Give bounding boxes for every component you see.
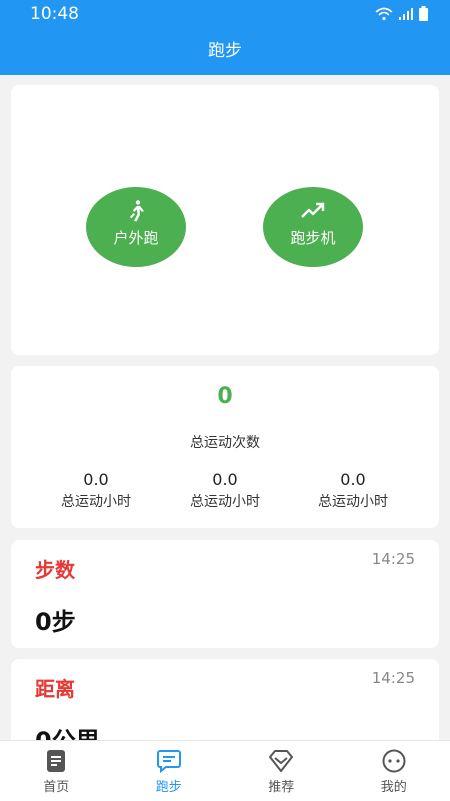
nav-mine-label: 我的 [338, 776, 450, 795]
status-bar: 10:48 [0, 0, 450, 28]
trending-up-icon [300, 199, 326, 223]
nav-recommend[interactable]: 推荐 [225, 741, 338, 801]
distance-title: 距离 [35, 673, 75, 702]
stat-column: 0.0 总运动小时 [31, 470, 161, 511]
stat-label: 总运动小时 [31, 491, 161, 511]
stats-card: 0 总运动次数 0.0 总运动小时 0.0 总运动小时 0.0 总运动小时 [11, 366, 439, 528]
total-count-value: 0 [11, 384, 439, 409]
nav-home[interactable]: 首页 [0, 741, 113, 801]
nav-recommend-label: 推荐 [225, 776, 338, 795]
battery-icon [419, 6, 428, 21]
total-count-label: 总运动次数 [11, 432, 439, 452]
signal-icon [399, 8, 413, 20]
nav-mine[interactable]: 我的 [338, 741, 450, 801]
steps-time: 14:25 [372, 550, 415, 568]
home-doc-icon [46, 749, 66, 773]
face-icon [382, 749, 406, 773]
steps-title: 步数 [35, 554, 75, 583]
status-time: 10:48 [30, 4, 79, 24]
outdoor-run-button[interactable]: 户外跑 [86, 187, 186, 267]
stat-value: 0.0 [160, 470, 290, 489]
stat-column: 0.0 总运动小时 [160, 470, 290, 511]
nav-run-label: 跑步 [113, 776, 226, 795]
steps-value: 0步 [35, 602, 76, 637]
steps-card[interactable]: 步数 14:25 0步 [11, 540, 439, 648]
run-message-icon [157, 749, 181, 773]
nav-home-label: 首页 [0, 776, 113, 795]
treadmill-button[interactable]: 跑步机 [263, 187, 363, 267]
stat-label: 总运动小时 [160, 491, 290, 511]
distance-time: 14:25 [372, 669, 415, 687]
outdoor-run-label: 户外跑 [86, 227, 186, 248]
stat-value: 0.0 [288, 470, 418, 489]
nav-run[interactable]: 跑步 [113, 741, 226, 801]
mode-card: 户外跑 跑步机 [11, 85, 439, 355]
treadmill-label: 跑步机 [263, 227, 363, 248]
running-person-icon [124, 199, 148, 223]
status-icons [375, 6, 428, 21]
diamond-icon [268, 749, 294, 773]
stat-column: 0.0 总运动小时 [288, 470, 418, 511]
page-title: 跑步 [208, 41, 242, 61]
wifi-icon [375, 7, 393, 21]
bottom-nav: 首页 跑步 推荐 我的 [0, 740, 450, 801]
stat-value: 0.0 [31, 470, 161, 489]
stat-label: 总运动小时 [288, 491, 418, 511]
app-bar: 跑步 [0, 28, 450, 75]
